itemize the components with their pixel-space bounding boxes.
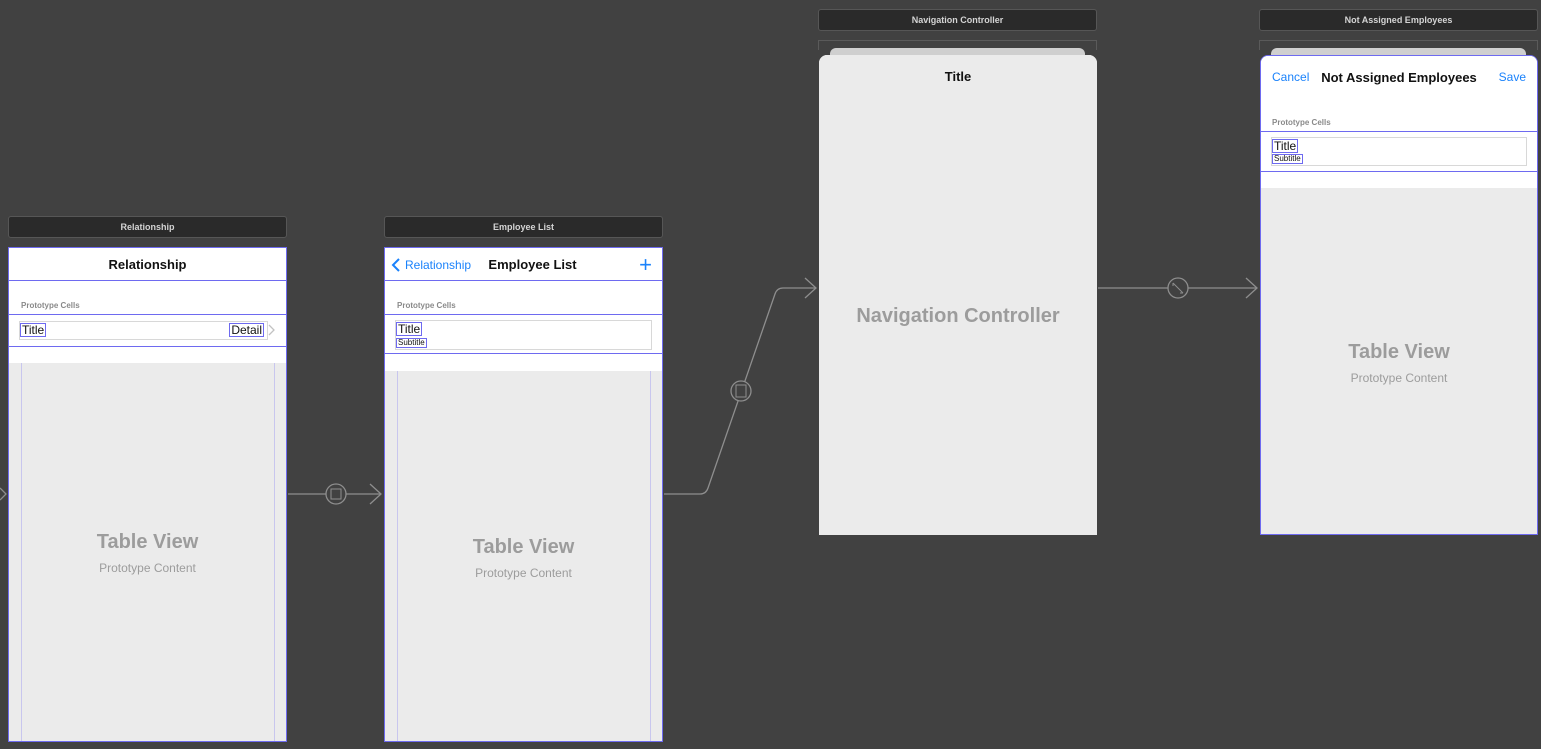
prototype-cell[interactable]: Title Subtitle <box>385 314 662 354</box>
scene-not-assigned[interactable]: Cancel Not Assigned Employees Save Proto… <box>1260 55 1538 535</box>
navigation-controller-label: Navigation Controller <box>856 305 1060 327</box>
nav-title: Relationship <box>108 256 187 272</box>
prototype-cells-label: Prototype Cells <box>1272 118 1331 127</box>
prototype-cells-label: Prototype Cells <box>397 301 456 310</box>
segue-show-icon <box>325 483 347 505</box>
scene-header-label: Navigation Controller <box>911 15 1004 25</box>
cell-subtitle-label[interactable]: Subtitle <box>1272 154 1303 164</box>
scene-header-label: Employee List <box>492 222 555 232</box>
scene-header-not-assigned[interactable]: Not Assigned Employees <box>1259 9 1538 31</box>
scene-navigation-controller[interactable]: Title Navigation Controller <box>819 55 1097 535</box>
navigation-bar[interactable]: Title <box>819 55 1097 97</box>
scene-header-label: Relationship <box>120 222 175 232</box>
segue-modal-icon <box>730 380 752 402</box>
initial-entry-arrow <box>0 487 7 501</box>
scene-employee-list[interactable]: Relationship Employee List + Prototype C… <box>384 247 663 742</box>
scene-header-relationship[interactable]: Relationship <box>8 216 287 238</box>
prototype-cells-label: Prototype Cells <box>21 301 80 310</box>
prototype-content-label: Prototype Content <box>99 561 196 575</box>
table-view-label: Table View <box>96 531 199 553</box>
cell-title-label[interactable]: Title <box>396 322 423 336</box>
save-button[interactable]: Save <box>1499 56 1526 98</box>
add-icon: + <box>639 251 652 277</box>
add-button[interactable]: + <box>639 248 652 281</box>
chevron-left-icon <box>391 257 400 272</box>
navigation-bar[interactable]: Relationship Employee List + <box>385 248 662 281</box>
cell-detail-label[interactable]: Detail <box>229 323 264 337</box>
prototype-content-label: Prototype Content <box>475 566 572 580</box>
nav-title: Title <box>944 68 972 84</box>
save-button-label: Save <box>1498 70 1526 84</box>
scene-header-navigation-controller[interactable]: Navigation Controller <box>818 9 1097 31</box>
prototype-cell[interactable]: Title Detail <box>9 314 286 347</box>
navigation-bar[interactable]: Cancel Not Assigned Employees Save <box>1261 56 1537 98</box>
nav-title: Employee List <box>488 256 577 272</box>
nav-title: Not Assigned Employees <box>1321 69 1477 85</box>
back-button[interactable]: Relationship <box>391 248 471 281</box>
table-view-label: Table View <box>1348 341 1450 363</box>
cancel-button[interactable]: Cancel <box>1272 56 1309 98</box>
scene-header-label: Not Assigned Employees <box>1344 15 1453 25</box>
scene-relationship[interactable]: Relationship Prototype Cells Title Detai… <box>8 247 287 742</box>
navigation-bar[interactable]: Relationship <box>9 248 286 281</box>
cell-content-view <box>1271 137 1527 166</box>
chevron-right-icon <box>268 324 275 336</box>
cell-content-view <box>395 320 652 350</box>
cell-title-label[interactable]: Title <box>20 323 47 337</box>
table-view-label: Table View <box>472 536 575 558</box>
prototype-content-label: Prototype Content <box>1350 371 1448 385</box>
prototype-cell[interactable]: Title Subtitle <box>1261 131 1537 172</box>
cancel-button-label: Cancel <box>1272 70 1310 84</box>
scene-header-employee-list[interactable]: Employee List <box>384 216 663 238</box>
cell-title-label[interactable]: Title <box>1272 139 1299 153</box>
cell-subtitle-label[interactable]: Subtitle <box>396 338 427 348</box>
back-button-label: Relationship <box>405 257 472 272</box>
